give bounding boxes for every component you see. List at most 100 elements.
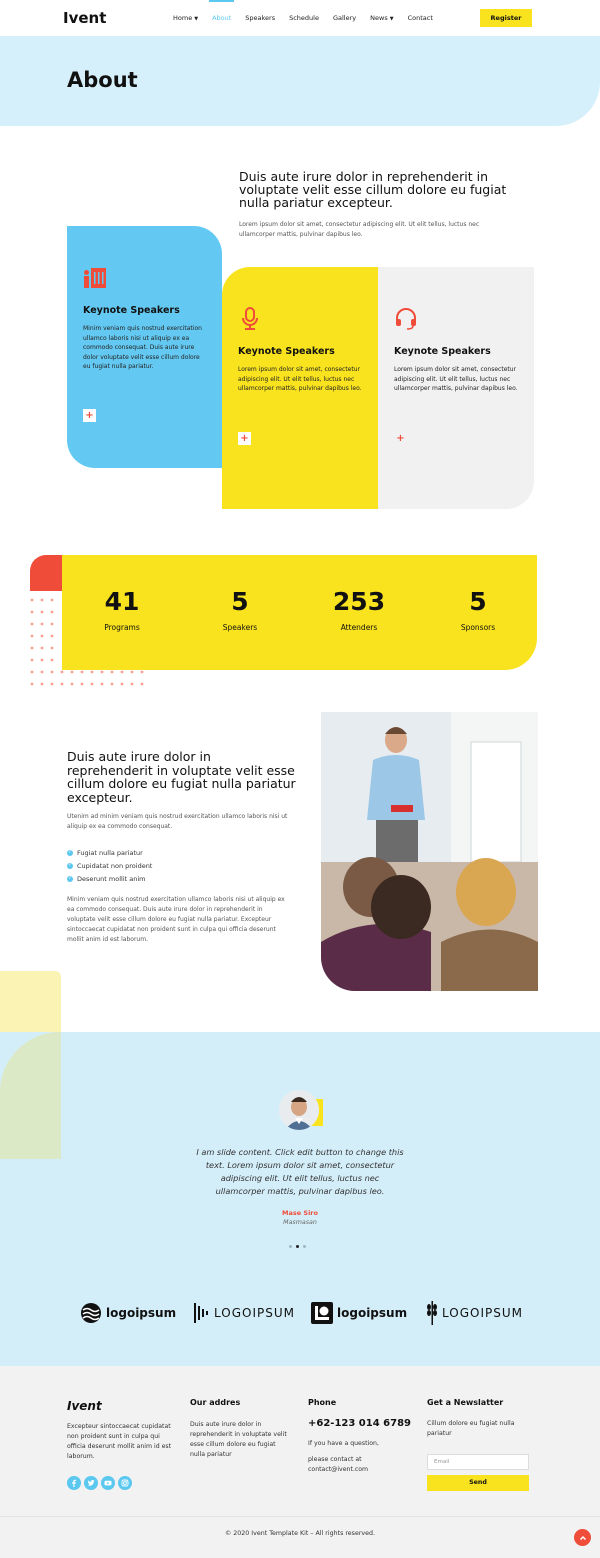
pattern-dot bbox=[30, 682, 34, 686]
partner-logo[interactable]: logoipsum bbox=[80, 1300, 176, 1326]
slider-dot[interactable] bbox=[289, 1245, 292, 1248]
feature-card: Keynote Speakers Lorem ipsum dolor sit a… bbox=[222, 267, 378, 509]
page-hero: About bbox=[0, 36, 600, 126]
site-logo[interactable]: Ivent bbox=[63, 9, 106, 27]
pattern-dot bbox=[90, 682, 94, 686]
back-to-top-button[interactable] bbox=[574, 1529, 591, 1546]
section-text: Minim veniam quis nostrud exercitation u… bbox=[67, 896, 285, 943]
twitter-icon[interactable] bbox=[84, 1476, 98, 1490]
list-item: ✓ Deserunt mollit anim bbox=[67, 874, 146, 883]
card-title: Keynote Speakers bbox=[238, 346, 335, 357]
headset-icon bbox=[394, 307, 420, 333]
pattern-dot bbox=[50, 634, 54, 638]
pattern-dot bbox=[50, 598, 54, 602]
stat-programs: 41 Programs bbox=[67, 585, 177, 632]
pattern-dot bbox=[100, 670, 104, 674]
card-title: Keynote Speakers bbox=[394, 346, 491, 357]
wave-logo-icon bbox=[81, 1303, 101, 1323]
feature-card: Keynote Speakers Lorem ipsum dolor sit a… bbox=[378, 267, 534, 509]
chevron-down-icon: ▼ bbox=[389, 16, 394, 22]
chevron-up-icon bbox=[579, 1535, 586, 1540]
pattern-dot bbox=[50, 682, 54, 686]
site-header: Ivent Home ▼ About Speakers Schedule Gall… bbox=[0, 0, 600, 36]
pattern-dot bbox=[130, 670, 134, 674]
card-plus-button[interactable]: + bbox=[238, 432, 251, 445]
nav-schedule[interactable]: Schedule bbox=[289, 0, 319, 36]
logo-text: LOGOIPSUM bbox=[442, 1306, 523, 1320]
stat-label: Programs bbox=[104, 623, 140, 632]
pattern-dot bbox=[90, 670, 94, 674]
footer-logo[interactable]: Ivent bbox=[67, 1399, 102, 1413]
pattern-dot bbox=[60, 670, 64, 674]
pattern-dot bbox=[110, 682, 114, 686]
pattern-dot bbox=[130, 682, 134, 686]
stat-label: Attenders bbox=[340, 623, 378, 632]
pattern-dot bbox=[40, 646, 44, 650]
avatar bbox=[279, 1090, 319, 1130]
stat-value: 5 bbox=[231, 587, 249, 616]
check-icon: ✓ bbox=[67, 862, 73, 869]
testimonial-avatar bbox=[279, 1090, 324, 1135]
intro-text: Lorem ipsum dolor sit amet, consectetur … bbox=[239, 221, 480, 238]
chevron-down-icon: ▼ bbox=[194, 16, 199, 22]
pattern-dot bbox=[30, 622, 34, 626]
slider-pagination bbox=[289, 1245, 306, 1248]
stat-label: Speakers bbox=[222, 623, 258, 632]
pattern-dot bbox=[40, 622, 44, 626]
card-title: Keynote Speakers bbox=[83, 305, 180, 316]
partner-logo[interactable]: LOGOIPSUM bbox=[426, 1300, 523, 1326]
pattern-dot bbox=[80, 670, 84, 674]
footer-about-text: Excepteur sintoccaecat cupidatat non pro… bbox=[67, 1423, 172, 1460]
partner-logo[interactable]: logoipsum bbox=[311, 1300, 407, 1326]
checklist: ✓ Fugiat nulla pariatur ✓ Cupidatat non pr… bbox=[67, 846, 152, 885]
footer-phone-number[interactable]: +62-123 014 6789 bbox=[308, 1418, 411, 1429]
nav-news[interactable]: News ▼ bbox=[370, 0, 393, 36]
pattern-dot bbox=[40, 610, 44, 614]
slider-dot[interactable] bbox=[303, 1245, 306, 1248]
nav-about[interactable]: About bbox=[209, 0, 235, 36]
main-nav: Home ▼ About Speakers Schedule Gallery Ne… bbox=[166, 0, 440, 36]
pattern-dot bbox=[120, 682, 124, 686]
stats-panel: 41 Programs 5 Speakers 253 Attenders 5 S… bbox=[62, 555, 537, 670]
nav-home[interactable]: Home ▼ bbox=[173, 0, 198, 36]
stat-attenders: 253 Attenders bbox=[304, 585, 414, 632]
pattern-dot bbox=[50, 622, 54, 626]
youtube-icon[interactable] bbox=[101, 1476, 115, 1490]
logo-text: logoipsum bbox=[337, 1306, 408, 1320]
email-field[interactable]: Email bbox=[427, 1454, 529, 1470]
testimonial-role: Masmasan bbox=[283, 1219, 317, 1226]
pattern-dot bbox=[60, 682, 64, 686]
pattern-dot bbox=[50, 658, 54, 662]
register-button[interactable]: Register bbox=[480, 9, 532, 27]
check-icon: ✓ bbox=[67, 849, 73, 856]
nav-contact[interactable]: Contact bbox=[408, 0, 433, 36]
nav-gallery[interactable]: Gallery bbox=[333, 0, 356, 36]
bars-logo-icon bbox=[194, 1303, 208, 1323]
pattern-dot bbox=[40, 634, 44, 638]
partner-logo[interactable]: LOGOIPSUM bbox=[194, 1300, 295, 1326]
pattern-dot bbox=[40, 682, 44, 686]
send-button[interactable]: Send bbox=[427, 1475, 529, 1491]
section-heading: Duis aute irure dolor in reprehenderit i… bbox=[67, 749, 296, 805]
facebook-icon[interactable] bbox=[67, 1476, 81, 1490]
square-logo-icon bbox=[311, 1302, 333, 1324]
nav-speakers[interactable]: Speakers bbox=[245, 0, 275, 36]
pattern-dot bbox=[50, 610, 54, 614]
pattern-dot bbox=[30, 610, 34, 614]
stat-speakers: 5 Speakers bbox=[185, 585, 295, 632]
card-text: Minim veniam quis nostrud exercitation u… bbox=[83, 325, 202, 371]
card-plus-button[interactable]: + bbox=[394, 432, 407, 445]
copyright-text: © 2020 Ivent Template Kit – All rights r… bbox=[224, 1530, 376, 1537]
check-icon: ✓ bbox=[67, 875, 73, 882]
logo-text: LOGOIPSUM bbox=[214, 1306, 295, 1320]
card-plus-button[interactable]: + bbox=[83, 409, 96, 422]
pattern-dot bbox=[50, 670, 54, 674]
list-item: ✓ Fugiat nulla pariatur bbox=[67, 848, 143, 857]
instagram-icon[interactable] bbox=[118, 1476, 132, 1490]
slider-dot[interactable] bbox=[296, 1245, 299, 1248]
stat-sponsors: 5 Sponsors bbox=[423, 585, 533, 632]
stat-value: 253 bbox=[332, 587, 386, 616]
logo-text: logoipsum bbox=[106, 1306, 177, 1320]
pattern-dot bbox=[100, 682, 104, 686]
footer-phone-note: If you have a question, bbox=[308, 1440, 379, 1447]
